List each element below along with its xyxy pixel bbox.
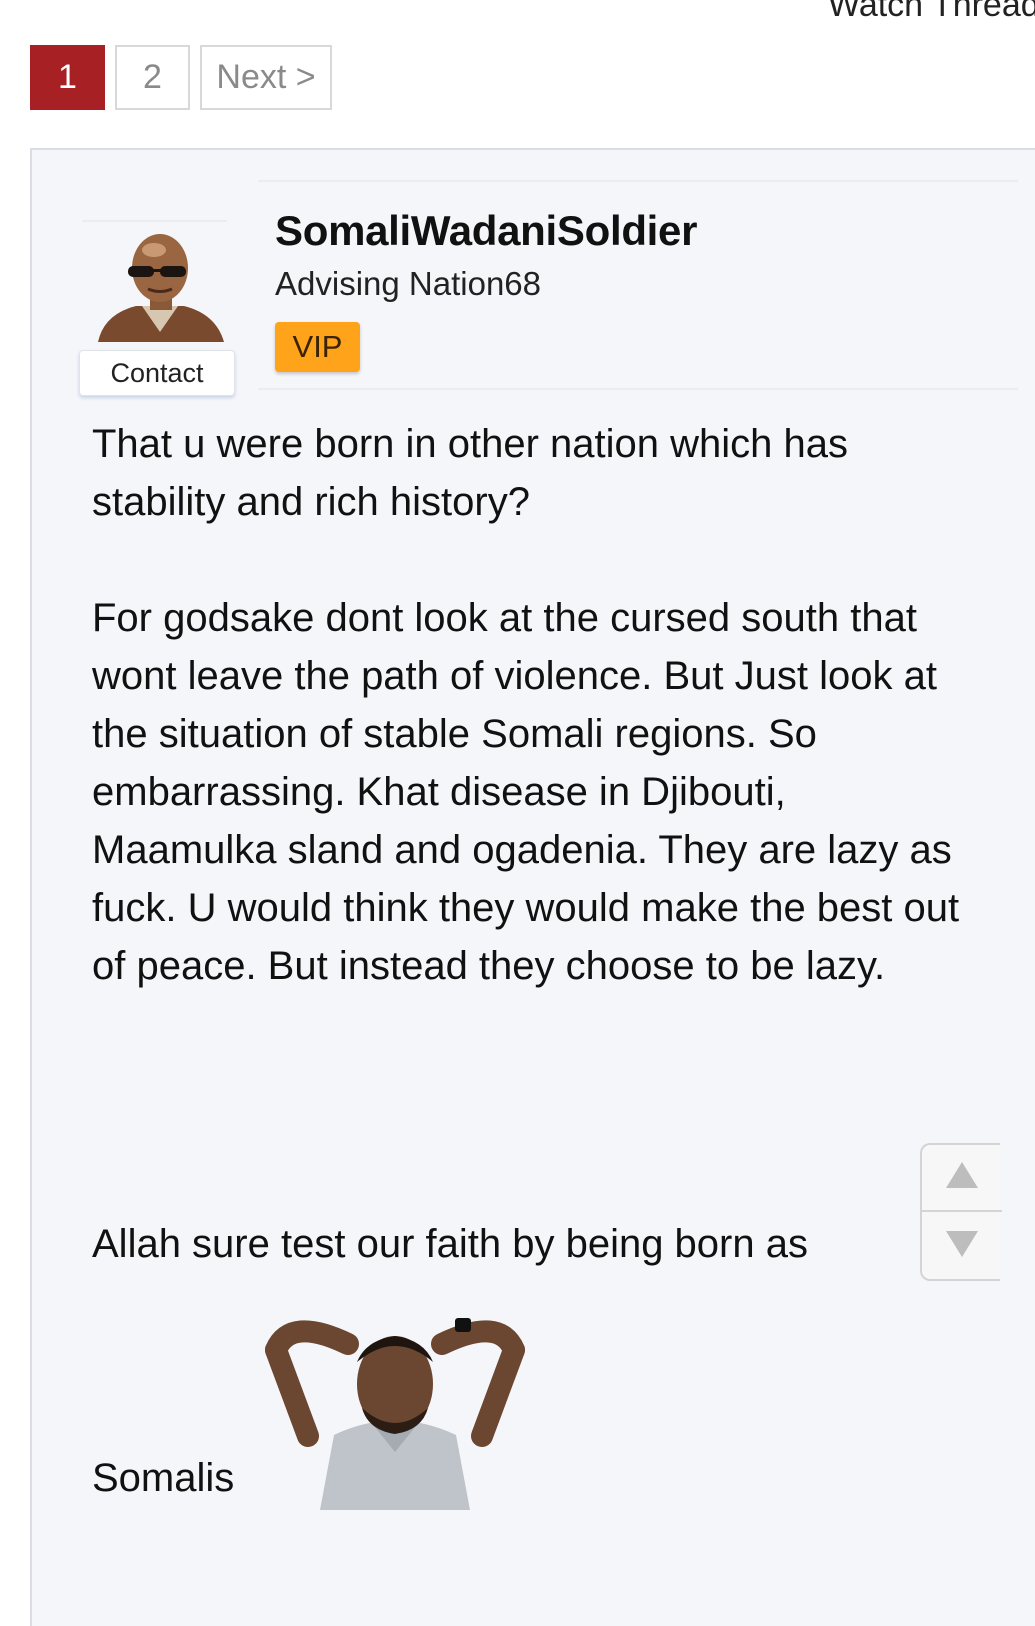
post-paragraph: Somalis [92,1456,235,1500]
post-container: Contact SomaliWadaniSoldier Advising Nat… [30,148,1035,1626]
post-paragraph: For godsake dont look at the cursed sout… [92,596,960,988]
user-avatar[interactable] [90,232,230,342]
page: Watch Thread 1 2 Next > Contact SomaliWa… [0,0,1035,1626]
next-page-button[interactable]: Next > [200,45,332,110]
page-2-button[interactable]: 2 [115,45,190,110]
post-body: That u were born in other nation which h… [92,415,972,1053]
avatar-divider [82,220,227,222]
scroll-down-button[interactable] [922,1213,1002,1280]
triangle-down-icon [944,1229,980,1264]
scroll-up-button[interactable] [922,1145,1002,1212]
pagination: 1 2 Next > [30,45,332,110]
user-title: Advising Nation68 [275,265,541,302]
page-1-button[interactable]: 1 [30,45,105,110]
vip-badge: VIP [275,322,360,372]
contact-button[interactable]: Contact [79,350,235,396]
post-paragraph: That u were born in other nation which h… [92,422,848,524]
watch-thread-link[interactable]: Watch Thread [828,0,1035,25]
username-link[interactable]: SomaliWadaniSoldier [275,207,697,255]
post-paragraph: Allah sure test our faith by being born … [92,1222,808,1266]
scroll-control [920,1143,1002,1281]
meme-image [250,1280,540,1510]
triangle-up-icon [944,1160,980,1195]
